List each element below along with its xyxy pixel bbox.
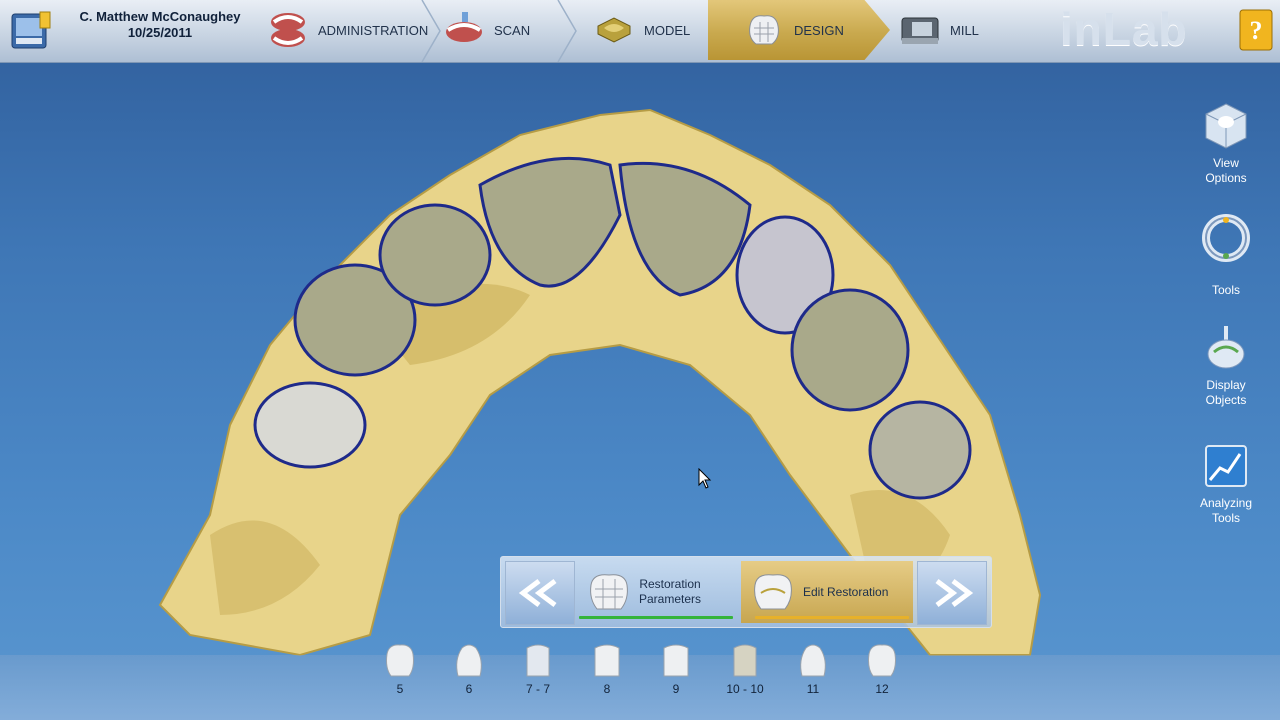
- tooth-crown-icon: [386, 644, 414, 677]
- crown-tooth[interactable]: [253, 381, 367, 469]
- top-bar: C. Matthew McConaughey 10/25/2011 ADMINI…: [0, 0, 1280, 63]
- tooth-crown-icon: [733, 644, 757, 677]
- restoration-parameters-line2: Parameters: [639, 592, 702, 606]
- display-objects-label-2: Objects: [1205, 393, 1247, 407]
- step-progress-complete: [579, 616, 733, 619]
- phase-administration[interactable]: ADMINISTRATION: [266, 0, 436, 60]
- phase-separator: [557, 0, 577, 62]
- analyzing-tools-label-1: Analyzing: [1199, 496, 1253, 510]
- workflow-step-restoration-parameters[interactable]: Restoration Parameters: [577, 561, 735, 623]
- patient-name: C. Matthew McConaughey: [79, 9, 241, 24]
- workflow-back-button[interactable]: [505, 561, 575, 625]
- double-chevron-right-icon: [935, 579, 974, 607]
- phase-design-label: DESIGN: [794, 22, 844, 38]
- scan-model-icon: [446, 12, 482, 42]
- svg-text:?: ?: [1250, 16, 1263, 45]
- restoration-parameters-line1: Restoration: [639, 577, 701, 591]
- tooth-button-12[interactable]: 12: [852, 640, 912, 696]
- tooth-button-7-7[interactable]: 7 - 7: [508, 640, 568, 696]
- tooth-crown-icon: [526, 644, 550, 677]
- tooth-crown-icon: [456, 644, 482, 677]
- tooth-selection-bar: [0, 655, 1280, 720]
- analyzing-tools-label-2: Tools: [1211, 511, 1240, 525]
- workflow-step-edit-restoration[interactable]: Edit Restoration: [741, 561, 913, 623]
- phase-scan[interactable]: SCAN: [442, 0, 572, 60]
- double-chevron-left-icon: [518, 579, 557, 607]
- case-date: 10/25/2011: [127, 25, 193, 40]
- phase-mill[interactable]: MILL: [898, 0, 1028, 60]
- help-book-icon[interactable]: ?: [1236, 6, 1276, 54]
- phase-separator: [421, 0, 441, 62]
- phase-design[interactable]: DESIGN: [708, 0, 890, 60]
- display-objects-button[interactable]: Display Objects: [1192, 322, 1260, 408]
- tools-button[interactable]: Tools: [1192, 212, 1260, 298]
- tooth-number: 12: [875, 682, 889, 696]
- dentures-icon: [271, 13, 305, 47]
- analyzing-tools-button[interactable]: Analyzing Tools: [1192, 440, 1260, 526]
- tooth-number: 7 - 7: [525, 682, 550, 696]
- tooth-crown-icon: [663, 644, 689, 677]
- tooth-button-5[interactable]: 5: [370, 640, 430, 696]
- phase-administration-label: ADMINISTRATION: [318, 22, 429, 38]
- crown-tooth[interactable]: [790, 288, 910, 412]
- crown-design-icon: [749, 15, 779, 45]
- view-cube-icon: [1205, 103, 1247, 149]
- milling-unit-icon: [901, 17, 939, 44]
- tools-label-2: Tools: [1211, 283, 1240, 297]
- tooth-button-11[interactable]: 11: [783, 640, 843, 696]
- tooth-crown-icon: [594, 644, 620, 677]
- workflow-forward-button[interactable]: [917, 561, 987, 625]
- tooth-crown-icon: [800, 644, 826, 677]
- view-options-label-2: Options: [1205, 171, 1247, 185]
- patient-database-icon[interactable]: [8, 8, 54, 54]
- step-progress-current: [755, 616, 909, 619]
- crown-grid-icon: [590, 574, 628, 610]
- mouse-pointer-icon: [698, 468, 712, 489]
- restoration-parameters-label: Restoration Parameters: [639, 577, 701, 607]
- tooth-number: 10 - 10: [726, 682, 764, 696]
- phase-scan-label: SCAN: [494, 22, 531, 38]
- view-options-button[interactable]: View Options: [1192, 100, 1260, 186]
- tooth-number: 8: [603, 682, 611, 696]
- patient-info[interactable]: C. Matthew McConaughey 10/25/2011: [60, 9, 260, 41]
- view-options-label-1: View: [1213, 156, 1239, 170]
- brand-logo: inLab: [1060, 3, 1188, 55]
- crown-tooth[interactable]: [378, 203, 492, 307]
- display-objects-label-1: Display: [1206, 378, 1246, 392]
- crown-tooth[interactable]: [868, 400, 972, 500]
- tooth-crown-icon: [868, 644, 896, 677]
- tooth-number: 5: [396, 682, 404, 696]
- display-objects-icon: [1207, 326, 1245, 369]
- tooth-button-9[interactable]: 9: [646, 640, 706, 696]
- phase-bar: ADMINISTRATION SCAN MODEL DESIGN MILL: [262, 0, 1032, 62]
- phase-model-label: MODEL: [644, 22, 691, 38]
- tooth-button-10-10[interactable]: 10 - 10: [715, 640, 775, 696]
- tools-label-1: [1192, 268, 1260, 283]
- edit-restoration-label: Edit Restoration: [803, 584, 889, 599]
- tools-ring-icon: [1202, 214, 1250, 262]
- tooth-number: 11: [806, 682, 820, 696]
- analyzing-chart-icon: [1205, 445, 1247, 487]
- tooth-button-6[interactable]: 6: [439, 640, 499, 696]
- workflow-bar: Restoration Parameters Edit Restoration: [500, 556, 992, 628]
- tooth-button-8[interactable]: 8: [577, 640, 637, 696]
- model-block-icon: [597, 17, 631, 43]
- phase-mill-label: MILL: [950, 22, 979, 38]
- crown-edit-icon: [754, 574, 792, 610]
- tooth-number: 9: [672, 682, 680, 696]
- tooth-number: 6: [465, 682, 473, 696]
